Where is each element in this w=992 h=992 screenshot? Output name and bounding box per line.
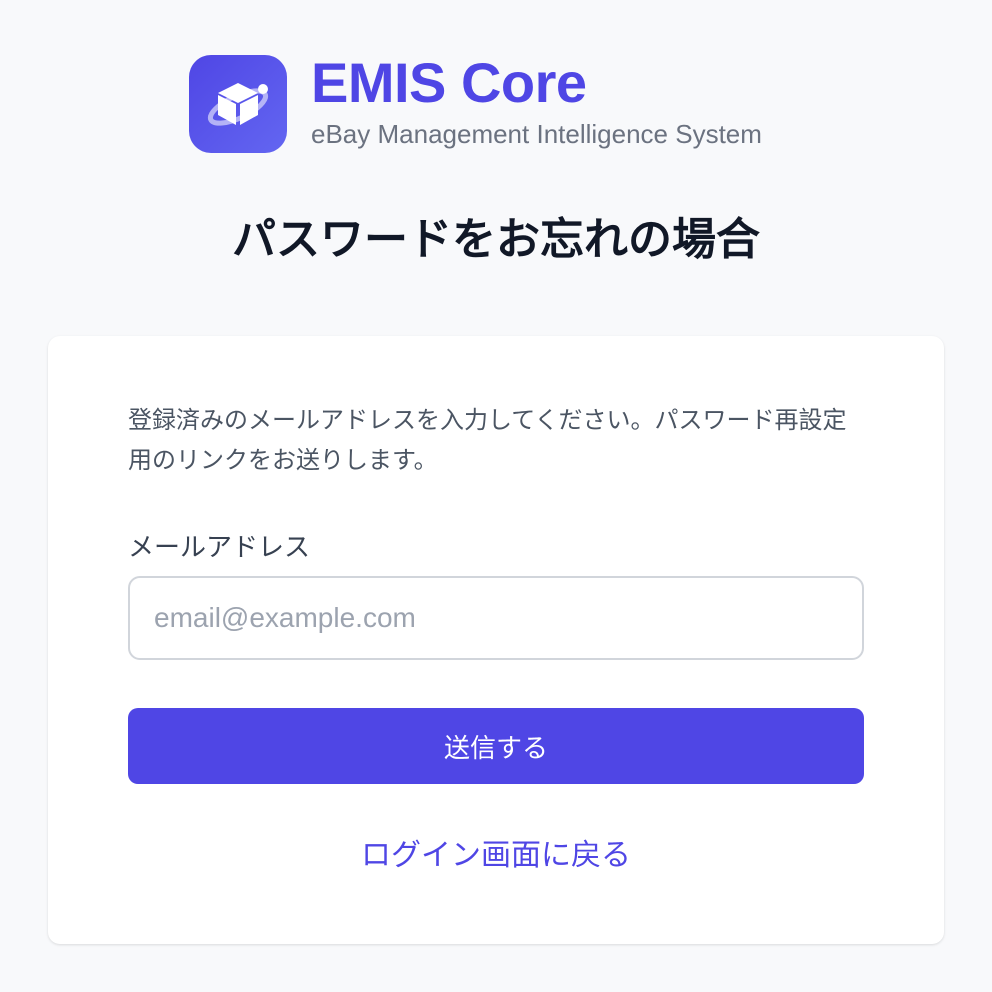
email-input[interactable] [128, 576, 864, 660]
forgot-password-page: EMIS Core eBay Management Intelligence S… [0, 0, 992, 992]
reset-form-card: 登録済みのメールアドレスを入力してください。パスワード再設定用のリンクをお送りし… [48, 336, 944, 944]
brand-title: EMIS Core [311, 51, 587, 114]
brand-text: EMIS Core eBay Management Intelligence S… [311, 51, 762, 153]
page-title: パスワードをお忘れの場合 [232, 214, 760, 265]
cube-orbit-icon [189, 55, 287, 153]
form-description: 登録済みのメールアドレスを入力してください。パスワード再設定用のリンクをお送りし… [128, 406, 847, 474]
submit-button[interactable]: 送信する [128, 708, 864, 784]
brand-header: EMIS Core eBay Management Intelligence S… [189, 51, 762, 153]
back-to-login-link[interactable]: ログイン画面に戻る [48, 834, 944, 878]
brand-subtitle: eBay Management Intelligence System [311, 119, 762, 149]
email-label: メールアドレス [128, 533, 311, 563]
